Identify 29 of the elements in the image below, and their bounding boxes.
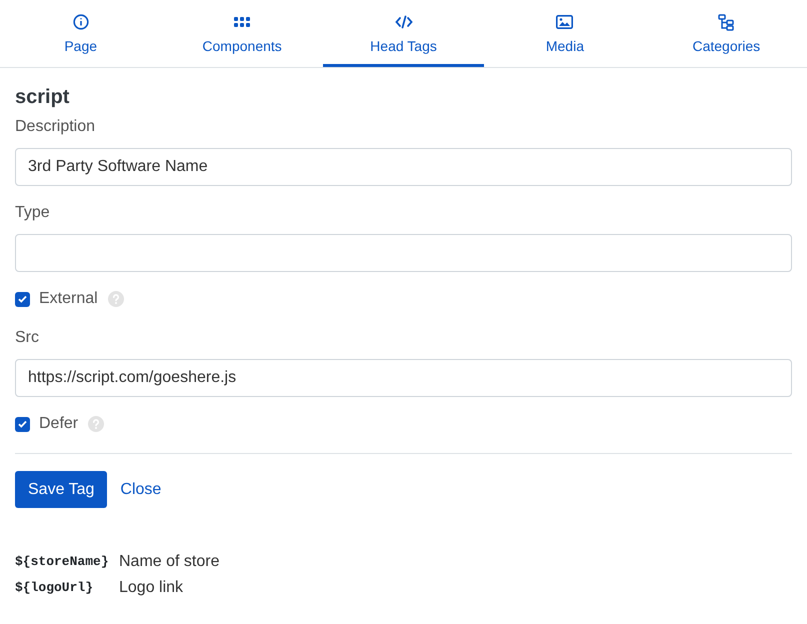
input-field[interactable]: https://script.com/goeshere.js: [15, 359, 792, 397]
input-field[interactable]: 3rd Party Software Name: [15, 148, 792, 186]
close-link[interactable]: Close: [112, 478, 170, 502]
save-button[interactable]: Save Tag: [15, 471, 108, 508]
variable-name: ${logoUrl}: [15, 579, 94, 597]
image-icon: [556, 15, 574, 29]
tree-icon: [718, 14, 734, 30]
tab[interactable]: Components: [161, 0, 323, 67]
tab[interactable]: Page: [0, 0, 162, 67]
check-icon: [18, 420, 27, 428]
checkbox-label: Defer: [39, 414, 78, 434]
info-icon: [72, 14, 89, 30]
input-field[interactable]: [15, 234, 792, 272]
field-label: Src: [15, 328, 39, 348]
field-label: Description: [15, 117, 96, 137]
tab[interactable]: Head Tags: [322, 0, 484, 67]
tab[interactable]: Categories: [646, 0, 807, 67]
variable-description: Logo link: [119, 578, 184, 598]
field-label: Type: [15, 203, 50, 223]
variable-description: Name of store: [119, 552, 220, 572]
grid-icon: [234, 16, 250, 28]
checkbox[interactable]: [15, 292, 30, 306]
variable-name: ${storeName}: [15, 553, 110, 571]
check-icon: [18, 295, 27, 303]
checkbox-label: External: [39, 289, 98, 309]
tab[interactable]: Media: [484, 0, 646, 67]
checkbox[interactable]: [15, 416, 30, 432]
form-title: script: [15, 85, 70, 109]
code-icon: [394, 14, 413, 30]
